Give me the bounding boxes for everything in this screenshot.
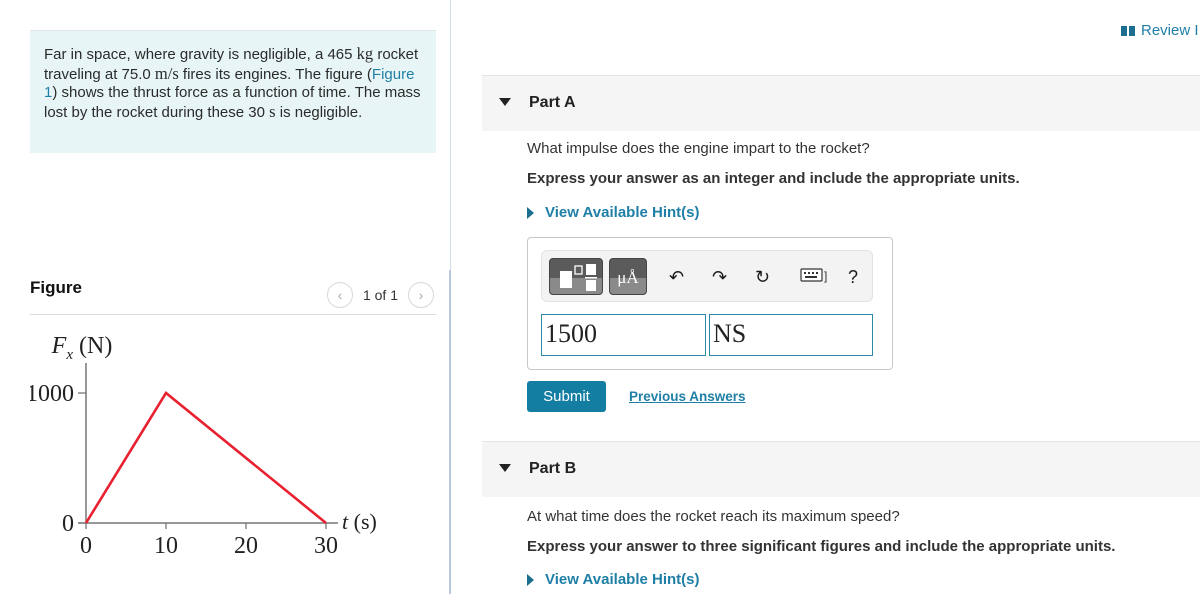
problem-text: fires its engines. The figure (: [178, 65, 372, 83]
part-a-question: What impulse does the engine impart to t…: [527, 140, 870, 157]
reset-button[interactable]: ↻: [755, 267, 770, 288]
chevron-right-icon: ›: [418, 287, 424, 303]
figure-title: Figure: [30, 278, 82, 297]
part-b-header[interactable]: Part B: [482, 441, 1200, 497]
mass-unit: kg: [356, 44, 374, 63]
previous-answers-link[interactable]: Previous Answers: [629, 389, 746, 404]
problem-statement: Far in space, where gravity is negligibl…: [30, 30, 436, 153]
hint-label: View Available Hint(s): [545, 571, 700, 588]
part-a-header[interactable]: Part A: [482, 75, 1200, 131]
templates-button[interactable]: [549, 258, 603, 295]
hint-label: View Available Hint(s): [545, 204, 700, 221]
prev-figure-button[interactable]: ‹: [326, 282, 353, 308]
undo-button[interactable]: ↶: [669, 267, 684, 288]
redo-icon: ↷: [712, 267, 728, 287]
collapse-triangle-icon: [499, 464, 511, 472]
speed-unit: m/s: [154, 63, 179, 83]
part-b-instruction: Express your answer to three significant…: [527, 538, 1116, 555]
part-a-label: Part A: [529, 94, 576, 111]
units-icon: μÅ: [617, 268, 639, 287]
figure-header: Figure ‹ 1 of 1 ›: [30, 272, 436, 315]
submit-button[interactable]: Submit: [527, 381, 606, 412]
answer-units: NS: [713, 319, 747, 348]
expand-triangle-icon: [527, 573, 534, 586]
part-a-instruction: Express your answer as an integer and in…: [527, 170, 1020, 187]
review-link[interactable]: Review I: [1121, 22, 1199, 39]
x-tick-label: 10: [154, 533, 178, 559]
answer-value: 1500: [545, 319, 597, 348]
y-tick-label: 0: [62, 511, 74, 537]
y-tick-label: 1000: [30, 381, 74, 407]
answer-units-field[interactable]: NS: [709, 314, 873, 356]
svg-text:]: ]: [824, 269, 827, 283]
expand-triangle-icon: [527, 206, 534, 219]
review-label: Review I: [1141, 22, 1199, 39]
problem-text: Far in space, where gravity is negligibl…: [44, 46, 357, 63]
thrust-chart: 0 10 20 30 0 1000 Fx (N) t (s): [30, 333, 377, 559]
math-toolbar: μÅ ↶ ↷ ↻ ] ?: [541, 250, 873, 302]
help-button[interactable]: ?: [848, 267, 858, 288]
problem-text: is negligible.: [275, 103, 363, 121]
left-pane-scrollbar[interactable]: [449, 270, 451, 594]
keyboard-button[interactable]: ]: [800, 266, 830, 289]
undo-icon: ↶: [669, 267, 685, 287]
part-b-question: At what time does the rocket reach its m…: [527, 508, 900, 525]
answer-value-field[interactable]: 1500: [541, 314, 706, 356]
reset-icon: ↻: [755, 267, 771, 287]
figure-pager: ‹ 1 of 1 ›: [326, 282, 434, 308]
x-tick-label: 20: [234, 533, 258, 559]
templates-icon: [560, 264, 597, 291]
x-axis-label: t (s): [342, 509, 377, 534]
part-b-hint-toggle[interactable]: View Available Hint(s): [527, 571, 700, 588]
redo-button[interactable]: ↷: [712, 267, 727, 288]
x-tick-label: 0: [80, 533, 92, 559]
book-icon: [1121, 25, 1135, 36]
part-a-hint-toggle[interactable]: View Available Hint(s): [527, 204, 700, 221]
next-figure-button[interactable]: ›: [408, 282, 434, 308]
units-button[interactable]: μÅ: [609, 258, 647, 295]
problem-text: ) shows the thrust force as a function o…: [44, 84, 421, 121]
problem-pane: Far in space, where gravity is negligibl…: [0, 0, 450, 594]
chevron-left-icon: ‹: [337, 287, 343, 303]
collapse-triangle-icon: [499, 98, 511, 106]
thrust-series-line: [84, 391, 327, 525]
y-axis-label: Fx (N): [51, 333, 113, 363]
answer-input-box: μÅ ↶ ↷ ↻ ] ? 1500 NS: [527, 237, 893, 370]
help-icon: ?: [848, 267, 859, 287]
submit-label: Submit: [543, 388, 590, 405]
x-tick-label: 30: [314, 533, 338, 559]
pager-text: 1 of 1: [362, 287, 398, 303]
keyboard-icon: ]: [800, 268, 827, 283]
part-b-label: Part B: [529, 460, 577, 477]
